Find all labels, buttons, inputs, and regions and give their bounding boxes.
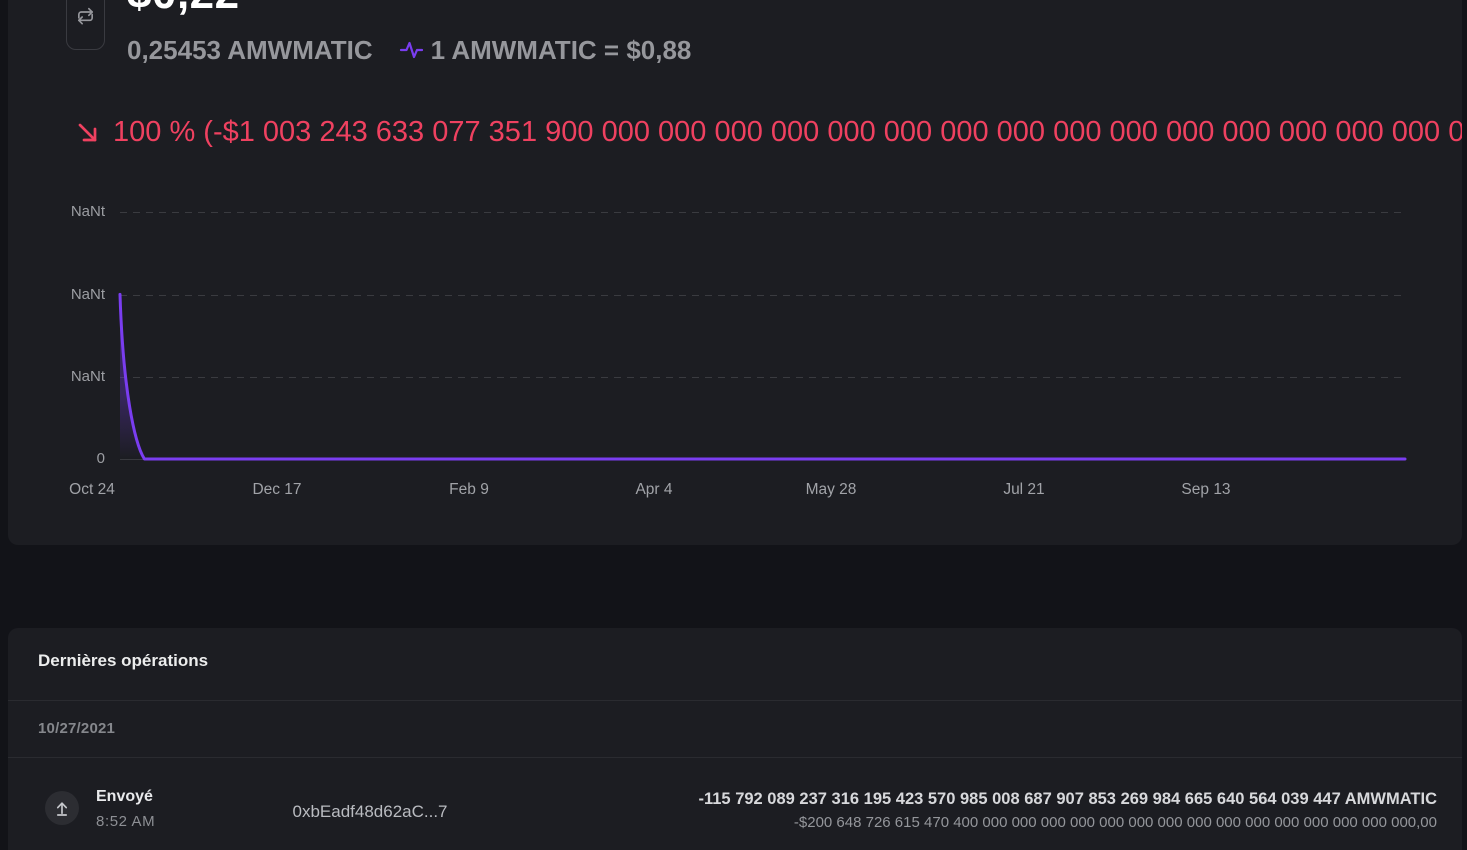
operation-type: Envoyé xyxy=(96,786,153,807)
x-axis-tick: Feb 9 xyxy=(449,481,489,499)
operation-time: 8:52 AM xyxy=(96,812,155,832)
operation-row[interactable]: Envoyé 8:52 AM 0xbEadf48d62aC...7 -115 7… xyxy=(8,757,1462,850)
operation-amounts: -115 792 089 237 316 195 423 570 985 008… xyxy=(699,788,1438,833)
x-axis-tick: Dec 17 xyxy=(252,481,301,499)
y-axis-tick: 0 xyxy=(8,450,105,468)
send-icon-circle xyxy=(45,791,79,825)
balance-chart-card: $0,22 0,25453 AMWMATIC 1 AMWMATIC = $0,8… xyxy=(8,0,1462,545)
x-axis-tick: Oct 24 xyxy=(69,481,115,499)
divider xyxy=(8,700,1462,701)
y-axis-tick: NaNt xyxy=(8,368,105,386)
operation-amount-crypto: -115 792 089 237 316 195 423 570 985 008… xyxy=(699,788,1438,810)
x-axis-tick: May 28 xyxy=(806,481,857,499)
x-axis-tick: Apr 4 xyxy=(635,481,672,499)
x-axis-tick: Jul 21 xyxy=(1003,481,1044,499)
zero-axis-line xyxy=(120,459,1405,460)
balance-line-series xyxy=(8,0,1462,545)
gridline xyxy=(120,295,1405,296)
operation-amount-fiat: -$200 648 726 615 470 400 000 000 000 00… xyxy=(699,812,1438,833)
gridline xyxy=(120,377,1405,378)
operations-date-header: 10/27/2021 xyxy=(38,719,115,739)
y-axis-tick: NaNt xyxy=(8,203,105,221)
balance-chart[interactable]: NaNt NaNt NaNt 0 Oct 24 Dec 17 Feb xyxy=(8,0,1462,545)
send-arrow-up-icon xyxy=(52,798,72,818)
x-axis-tick: Sep 13 xyxy=(1181,481,1230,499)
operations-card: Dernières opérations 10/27/2021 Envoyé 8… xyxy=(8,628,1462,850)
account-page: $0,22 0,25453 AMWMATIC 1 AMWMATIC = $0,8… xyxy=(0,0,1467,850)
operation-address: 0xbEadf48d62aC...7 xyxy=(292,801,447,823)
operations-title: Dernières opérations xyxy=(38,650,208,672)
y-axis-tick: NaNt xyxy=(8,286,105,304)
gridline xyxy=(120,212,1405,213)
